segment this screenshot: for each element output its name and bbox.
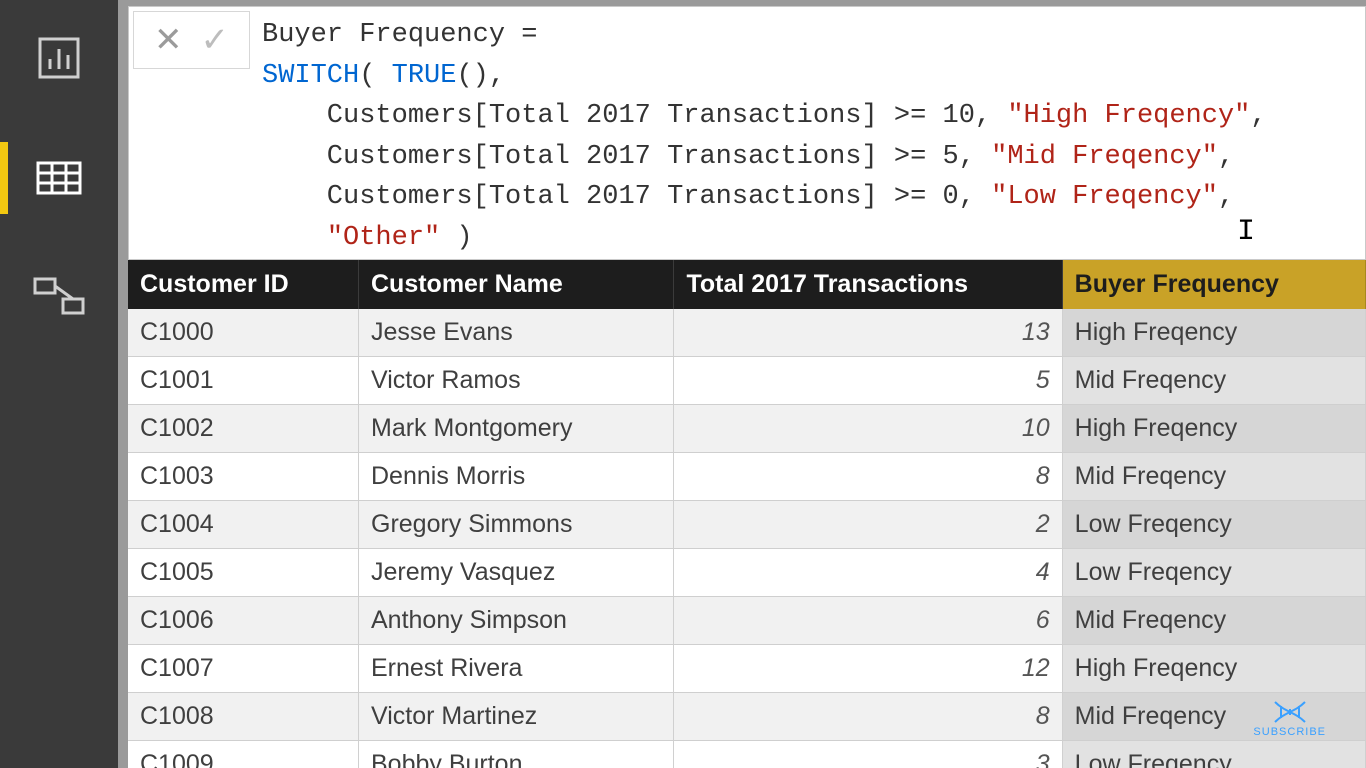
table-row[interactable]: C1000Jesse Evans13High Freqency xyxy=(128,309,1366,357)
cell-customer-id: C1004 xyxy=(128,501,359,549)
subscribe-label: SUBSCRIBE xyxy=(1253,726,1326,738)
cell-transactions: 8 xyxy=(674,693,1062,741)
formula-text: Buyer Frequency = SWITCH( TRUE(), Custom… xyxy=(262,20,1267,253)
data-table: Customer ID Customer Name Total 2017 Tra… xyxy=(128,260,1366,768)
data-view-button[interactable] xyxy=(29,148,89,208)
table-row[interactable]: C1006Anthony Simpson6Mid Freqency xyxy=(128,597,1366,645)
main-area: ✕ ✓ Buyer Frequency = SWITCH( TRUE(), Cu… xyxy=(118,0,1366,768)
cell-buyer-frequency: Mid Freqency xyxy=(1062,453,1365,501)
cell-transactions: 12 xyxy=(674,645,1062,693)
report-view-button[interactable] xyxy=(29,28,89,88)
cell-buyer-frequency: Mid Freqency xyxy=(1062,357,1365,405)
cell-customer-name: Ernest Rivera xyxy=(359,645,674,693)
cell-transactions: 3 xyxy=(674,741,1062,768)
cell-customer-name: Victor Martinez xyxy=(359,693,674,741)
cell-customer-name: Anthony Simpson xyxy=(359,597,674,645)
commit-formula-button[interactable]: ✓ xyxy=(201,23,230,57)
table-row[interactable]: C1007Ernest Rivera12High Freqency xyxy=(128,645,1366,693)
subscribe-badge[interactable]: SUBSCRIBE xyxy=(1253,700,1326,738)
cell-customer-name: Jeremy Vasquez xyxy=(359,549,674,597)
cell-buyer-frequency: Low Freqency xyxy=(1062,549,1365,597)
bar-chart-icon xyxy=(36,35,82,81)
cell-customer-id: C1003 xyxy=(128,453,359,501)
cell-customer-name: Victor Ramos xyxy=(359,357,674,405)
cell-customer-name: Mark Montgomery xyxy=(359,405,674,453)
formula-editor[interactable]: Buyer Frequency = SWITCH( TRUE(), Custom… xyxy=(254,7,1365,259)
table-row[interactable]: C1002Mark Montgomery10High Freqency xyxy=(128,405,1366,453)
table-header-row: Customer ID Customer Name Total 2017 Tra… xyxy=(128,260,1366,309)
cell-transactions: 5 xyxy=(674,357,1062,405)
cell-customer-name: Gregory Simmons xyxy=(359,501,674,549)
cell-customer-id: C1007 xyxy=(128,645,359,693)
table-icon xyxy=(36,161,82,195)
table-row[interactable]: C1005Jeremy Vasquez4Low Freqency xyxy=(128,549,1366,597)
cell-customer-id: C1001 xyxy=(128,357,359,405)
cell-customer-name: Bobby Burton xyxy=(359,741,674,768)
cell-buyer-frequency: Low Freqency xyxy=(1062,501,1365,549)
cell-buyer-frequency: Low Freqency xyxy=(1062,741,1365,768)
cell-customer-id: C1002 xyxy=(128,405,359,453)
cell-transactions: 4 xyxy=(674,549,1062,597)
view-switcher-rail xyxy=(0,0,118,768)
col-header-transactions[interactable]: Total 2017 Transactions xyxy=(674,260,1062,309)
dna-icon xyxy=(1273,700,1307,724)
formula-bar: ✕ ✓ Buyer Frequency = SWITCH( TRUE(), Cu… xyxy=(128,6,1366,260)
cell-transactions: 10 xyxy=(674,405,1062,453)
cell-customer-name: Dennis Morris xyxy=(359,453,674,501)
cell-transactions: 13 xyxy=(674,309,1062,357)
col-header-customer-name[interactable]: Customer Name xyxy=(359,260,674,309)
col-header-buyer-frequency[interactable]: Buyer Frequency xyxy=(1062,260,1365,309)
cell-buyer-frequency: High Freqency xyxy=(1062,405,1365,453)
table-row[interactable]: C1004Gregory Simmons2Low Freqency xyxy=(128,501,1366,549)
text-cursor-icon: I xyxy=(1237,210,1255,255)
cell-buyer-frequency: High Freqency xyxy=(1062,309,1365,357)
col-header-customer-id[interactable]: Customer ID xyxy=(128,260,359,309)
cell-transactions: 2 xyxy=(674,501,1062,549)
formula-controls: ✕ ✓ xyxy=(133,11,250,69)
cell-buyer-frequency: Mid Freqency xyxy=(1062,597,1365,645)
table-row[interactable]: C1003Dennis Morris8Mid Freqency xyxy=(128,453,1366,501)
cell-transactions: 8 xyxy=(674,453,1062,501)
cell-buyer-frequency: High Freqency xyxy=(1062,645,1365,693)
cell-customer-id: C1008 xyxy=(128,693,359,741)
cell-customer-id: C1009 xyxy=(128,741,359,768)
cell-customer-id: C1000 xyxy=(128,309,359,357)
cell-customer-id: C1006 xyxy=(128,597,359,645)
table-row[interactable]: C1009Bobby Burton3Low Freqency xyxy=(128,741,1366,768)
cell-transactions: 6 xyxy=(674,597,1062,645)
model-icon xyxy=(33,277,85,319)
table-row[interactable]: C1001Victor Ramos5Mid Freqency xyxy=(128,357,1366,405)
table-row[interactable]: C1008Victor Martinez8Mid Freqency xyxy=(128,693,1366,741)
cell-customer-name: Jesse Evans xyxy=(359,309,674,357)
cancel-formula-button[interactable]: ✕ xyxy=(154,23,183,57)
model-view-button[interactable] xyxy=(29,268,89,328)
cell-customer-id: C1005 xyxy=(128,549,359,597)
